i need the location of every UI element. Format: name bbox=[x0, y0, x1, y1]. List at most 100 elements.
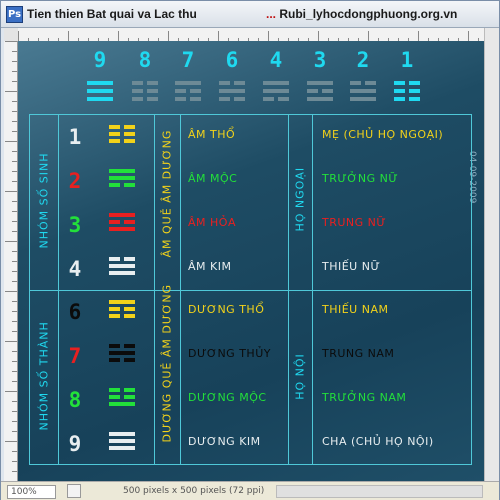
broken-line-segment bbox=[124, 395, 135, 399]
document-title: Tien thien Bat quai va Lac thu bbox=[27, 7, 197, 21]
element-cell: Âm hỏa bbox=[188, 216, 236, 229]
top-number: 8 bbox=[138, 48, 152, 72]
solid-line bbox=[109, 264, 135, 268]
solid-line bbox=[109, 176, 135, 180]
element-cell: Âm mộc bbox=[188, 172, 238, 185]
broken-line-segment bbox=[124, 139, 135, 143]
broken-line-segment bbox=[109, 125, 120, 129]
broken-line-segment bbox=[147, 89, 158, 93]
broken-line-segment bbox=[124, 344, 135, 348]
row-trigram-icon bbox=[109, 169, 139, 187]
photoshop-app-icon: Ps bbox=[6, 6, 23, 23]
solid-line bbox=[109, 169, 135, 173]
broken-line-segment bbox=[234, 97, 245, 101]
top-number: 4 bbox=[269, 48, 283, 72]
title-bar[interactable]: Ps Tien thien Bat quai va Lac thu ... Ru… bbox=[1, 1, 499, 28]
family-cell: Trung nam bbox=[322, 347, 395, 360]
image-canvas[interactable]: 98764321 04-09-2009 NHÓM SỐ SINH NHÓM SỐ… bbox=[18, 41, 484, 481]
top-trigram-icon bbox=[132, 81, 158, 101]
vertical-ruler[interactable] bbox=[4, 41, 18, 481]
element-cell: Dương mộc bbox=[188, 391, 267, 404]
broken-line-segment bbox=[147, 81, 158, 85]
row-number: 8 bbox=[68, 388, 82, 412]
broken-line-segment bbox=[124, 220, 135, 224]
ruler-ticks-vertical-icon bbox=[5, 41, 17, 472]
file-name: Rubi_lyhocdongphuong.org.vn bbox=[279, 7, 458, 21]
row-trigram-icon bbox=[109, 300, 139, 318]
row-number: 1 bbox=[68, 125, 82, 149]
family-cell: Trưởng nam bbox=[322, 391, 407, 404]
solid-line bbox=[175, 81, 201, 85]
solid-line bbox=[87, 89, 113, 93]
row-trigram-icon bbox=[109, 388, 139, 406]
row-number: 9 bbox=[68, 432, 82, 456]
status-bar: 100% 500 pixels x 500 pixels (72 ppi) bbox=[1, 481, 499, 500]
vertical-scrollbar[interactable] bbox=[484, 28, 499, 481]
solid-line bbox=[109, 432, 135, 436]
top-trigram-icon bbox=[307, 81, 333, 101]
broken-line-segment bbox=[124, 125, 135, 129]
solid-line bbox=[109, 227, 135, 231]
top-trigram-icon bbox=[219, 81, 245, 101]
element-cell: Âm thổ bbox=[188, 128, 236, 141]
table-divider bbox=[30, 290, 471, 291]
element-cell: Dương kim bbox=[188, 435, 261, 448]
broken-line-segment bbox=[124, 183, 135, 187]
ruler-corner[interactable] bbox=[4, 28, 19, 42]
family-cell: Trung nữ bbox=[322, 216, 387, 229]
solid-line bbox=[307, 97, 333, 101]
broken-line-segment bbox=[109, 358, 120, 362]
element-cell: Dương thủy bbox=[188, 347, 271, 360]
broken-line-segment bbox=[109, 307, 120, 311]
broken-line-segment bbox=[132, 97, 143, 101]
broken-line-segment bbox=[394, 81, 405, 85]
solid-line bbox=[219, 89, 245, 93]
family-cell: Mẹ (chủ họ ngoại) bbox=[322, 128, 444, 141]
broken-line-segment bbox=[263, 97, 274, 101]
solid-line bbox=[109, 271, 135, 275]
broken-line-segment bbox=[409, 89, 420, 93]
top-number: 1 bbox=[400, 48, 414, 72]
broken-line-segment bbox=[409, 97, 420, 101]
file-title: ... Rubi_lyhocdongphuong.org.vn bbox=[266, 7, 457, 21]
broken-line-segment bbox=[124, 388, 135, 392]
top-trigram-icon bbox=[87, 81, 113, 101]
group-sinh-label: NHÓM SỐ SINH bbox=[37, 152, 51, 249]
zoom-field[interactable]: 100% bbox=[7, 485, 56, 499]
row-trigram-icon bbox=[109, 257, 139, 275]
solid-line bbox=[109, 446, 135, 450]
group-thanh-label: NHÓM SỐ THÀNH bbox=[37, 321, 51, 431]
broken-line-segment bbox=[109, 139, 120, 143]
family-cell: Thiếu nữ bbox=[322, 260, 381, 273]
solid-line bbox=[109, 213, 135, 217]
broken-line-segment bbox=[109, 314, 120, 318]
broken-line-segment bbox=[109, 395, 120, 399]
row-number: 3 bbox=[68, 213, 82, 237]
broken-line-segment bbox=[124, 314, 135, 318]
broken-line-segment bbox=[124, 257, 135, 261]
top-number: 9 bbox=[93, 48, 107, 72]
broken-line-segment bbox=[234, 81, 245, 85]
horizontal-scrollbar[interactable] bbox=[276, 485, 483, 498]
broken-line-segment bbox=[109, 388, 120, 392]
broken-line-segment bbox=[147, 97, 158, 101]
ho-noi-label: HỌ NỘI bbox=[293, 353, 307, 400]
image-window: Ps Tien thien Bat quai va Lac thu ... Ru… bbox=[0, 0, 500, 500]
family-cell: Trưởng nữ bbox=[322, 172, 399, 185]
top-number: 2 bbox=[356, 48, 370, 72]
document-size-info: 500 pixels x 500 pixels (72 ppi) bbox=[123, 486, 265, 496]
ho-ngoai-label: HỌ NGOẠI bbox=[293, 166, 307, 232]
status-menu-button[interactable] bbox=[67, 484, 81, 498]
broken-line-segment bbox=[124, 132, 135, 136]
family-cell: Thiếu nam bbox=[322, 303, 389, 316]
horizontal-ruler[interactable] bbox=[18, 28, 484, 43]
broken-line-segment bbox=[394, 89, 405, 93]
broken-line-segment bbox=[132, 81, 143, 85]
broken-line-segment bbox=[365, 81, 376, 85]
row-trigram-icon bbox=[109, 125, 139, 143]
top-number: 7 bbox=[181, 48, 195, 72]
broken-line-segment bbox=[219, 97, 230, 101]
broken-line-segment bbox=[109, 220, 120, 224]
top-number: 6 bbox=[225, 48, 239, 72]
broken-line-segment bbox=[109, 257, 120, 261]
